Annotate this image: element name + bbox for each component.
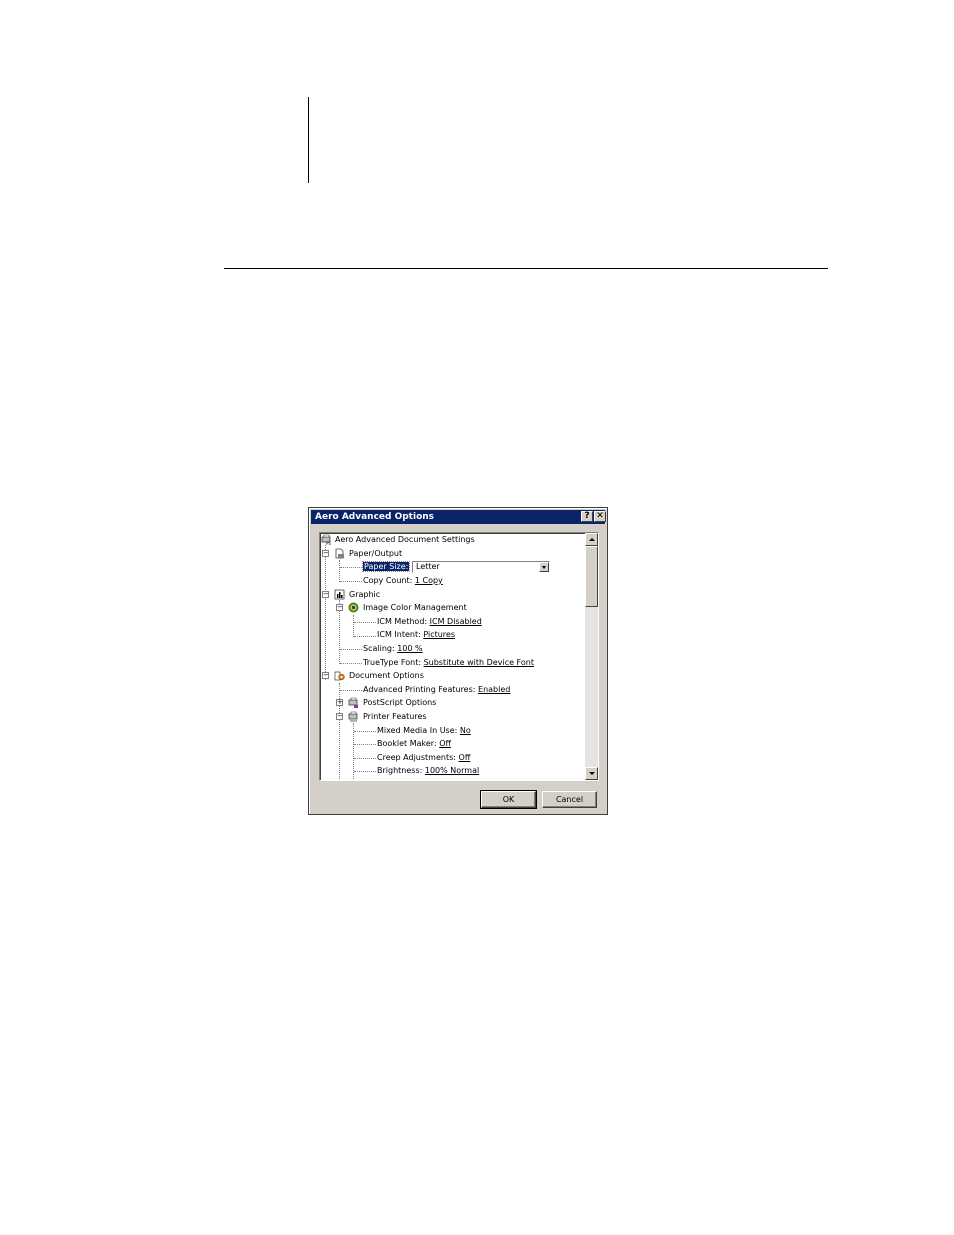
dialog-titlebar: Aero Advanced Options ? ✕ (311, 510, 606, 524)
paper-output-icon (335, 548, 344, 559)
mixed-media-value[interactable]: No (460, 726, 471, 735)
paper-size-value: Letter (416, 562, 440, 571)
tree-item-copy-count[interactable]: Copy Count: 1 Copy (363, 575, 443, 587)
tree-connector (353, 615, 354, 637)
icm-intent-label: ICM Intent: (377, 630, 421, 639)
creep-adjustments-label: Creep Adjustments: (377, 753, 456, 762)
printer-settings-icon: PS (321, 534, 331, 545)
svg-text:PS: PS (326, 541, 331, 545)
tree-item-brightness[interactable]: Brightness: 100% Normal (377, 765, 479, 777)
printer-features-icon (348, 711, 358, 722)
paper-size-label: Paper Size: (361, 561, 411, 572)
tree-item-document-options[interactable]: Document Options (349, 670, 424, 682)
postscript-options-icon (348, 697, 358, 708)
tree-item-booklet-maker[interactable]: Booklet Maker: Off (377, 738, 451, 750)
settings-tree[interactable]: PS Aero Advanced Document Settings − Pap… (319, 532, 599, 781)
tree-item-creep-adjustments[interactable]: Creep Adjustments: Off (377, 752, 470, 764)
copy-count-label: Copy Count: (363, 576, 413, 585)
tree-connector (339, 560, 340, 582)
paper-size-dropdown[interactable]: Letter (412, 561, 550, 573)
truetype-font-value[interactable]: Substitute with Device Font (424, 658, 534, 667)
dropdown-arrow-icon[interactable] (539, 562, 549, 572)
tree-item-advanced-printing-features[interactable]: Advanced Printing Features: Enabled (363, 684, 510, 696)
tree-item-postscript-options[interactable]: PostScript Options (363, 697, 436, 709)
scroll-down-arrow-icon[interactable] (585, 767, 598, 780)
brightness-value[interactable]: 100% Normal (425, 766, 479, 775)
collapse-document-options-toggle[interactable]: − (322, 672, 329, 679)
collapse-icm-toggle[interactable]: − (336, 604, 343, 611)
tree-connector (340, 649, 362, 650)
booklet-maker-value[interactable]: Off (439, 739, 451, 748)
expand-postscript-options-toggle[interactable]: + (336, 699, 343, 706)
tree-connector (340, 690, 362, 691)
tree-connector (325, 545, 326, 680)
tree-connector (340, 567, 362, 568)
graphic-chart-icon (334, 589, 345, 600)
dialog-title: Aero Advanced Options (315, 512, 435, 522)
tree-item-mixed-media[interactable]: Mixed Media In Use: No (377, 725, 471, 737)
ok-button[interactable]: OK (480, 790, 537, 809)
tree-item-scaling[interactable]: Scaling: 100 % (363, 643, 423, 655)
tree-item-printer-features[interactable]: Printer Features (363, 711, 427, 723)
advanced-printing-label: Advanced Printing Features: (363, 685, 476, 694)
margin-vertical-rule (308, 97, 309, 183)
tree-connector (354, 622, 376, 623)
scaling-label: Scaling: (363, 644, 395, 653)
scrollbar-thumb[interactable] (585, 546, 598, 607)
help-button[interactable]: ? (581, 511, 593, 522)
truetype-font-label: TrueType Font: (363, 658, 422, 667)
tree-item-icm-method[interactable]: ICM Method: ICM Disabled (377, 616, 482, 628)
advanced-options-dialog: Aero Advanced Options ? ✕ PS Aero Advanc… (308, 507, 608, 815)
icm-method-value[interactable]: ICM Disabled (430, 617, 482, 626)
scaling-value[interactable]: 100 % (397, 644, 422, 653)
creep-adjustments-value[interactable]: Off (459, 753, 471, 762)
brightness-label: Brightness: (377, 766, 423, 775)
tree-vertical-scrollbar[interactable] (585, 533, 598, 780)
tree-connector (354, 771, 376, 772)
booklet-maker-label: Booklet Maker: (377, 739, 437, 748)
close-button[interactable]: ✕ (594, 511, 606, 522)
advanced-printing-value[interactable]: Enabled (478, 685, 510, 694)
tree-connector (354, 636, 376, 637)
color-management-icon (348, 602, 359, 613)
tree-item-graphic[interactable]: Graphic (349, 589, 380, 601)
tree-root-label[interactable]: Aero Advanced Document Settings (335, 534, 475, 546)
tree-item-image-color-management[interactable]: Image Color Management (363, 602, 467, 614)
cancel-button[interactable]: Cancel (542, 791, 597, 808)
icm-method-label: ICM Method: (377, 617, 428, 626)
tree-item-paper-size[interactable]: Paper Size: (361, 561, 411, 573)
tree-connector (354, 758, 376, 759)
tree-connector (340, 581, 362, 582)
tree-connector (340, 663, 362, 664)
document-options-icon (334, 671, 345, 681)
collapse-printer-features-toggle[interactable]: − (336, 713, 343, 720)
collapse-paper-output-toggle[interactable]: − (322, 550, 329, 557)
tree-item-paper-output[interactable]: Paper/Output (349, 548, 402, 560)
mixed-media-label: Mixed Media In Use: (377, 726, 458, 735)
collapse-graphic-toggle[interactable]: − (322, 591, 329, 598)
copy-count-value[interactable]: 1 Copy (415, 576, 443, 585)
scroll-up-arrow-icon[interactable] (585, 533, 598, 546)
tree-connector (354, 731, 376, 732)
icm-intent-value[interactable]: Pictures (423, 630, 455, 639)
page-horizontal-rule (224, 268, 828, 269)
tree-item-icm-intent[interactable]: ICM Intent: Pictures (377, 629, 455, 641)
tree-item-truetype-font[interactable]: TrueType Font: Substitute with Device Fo… (363, 657, 534, 669)
tree-connector (354, 744, 376, 745)
